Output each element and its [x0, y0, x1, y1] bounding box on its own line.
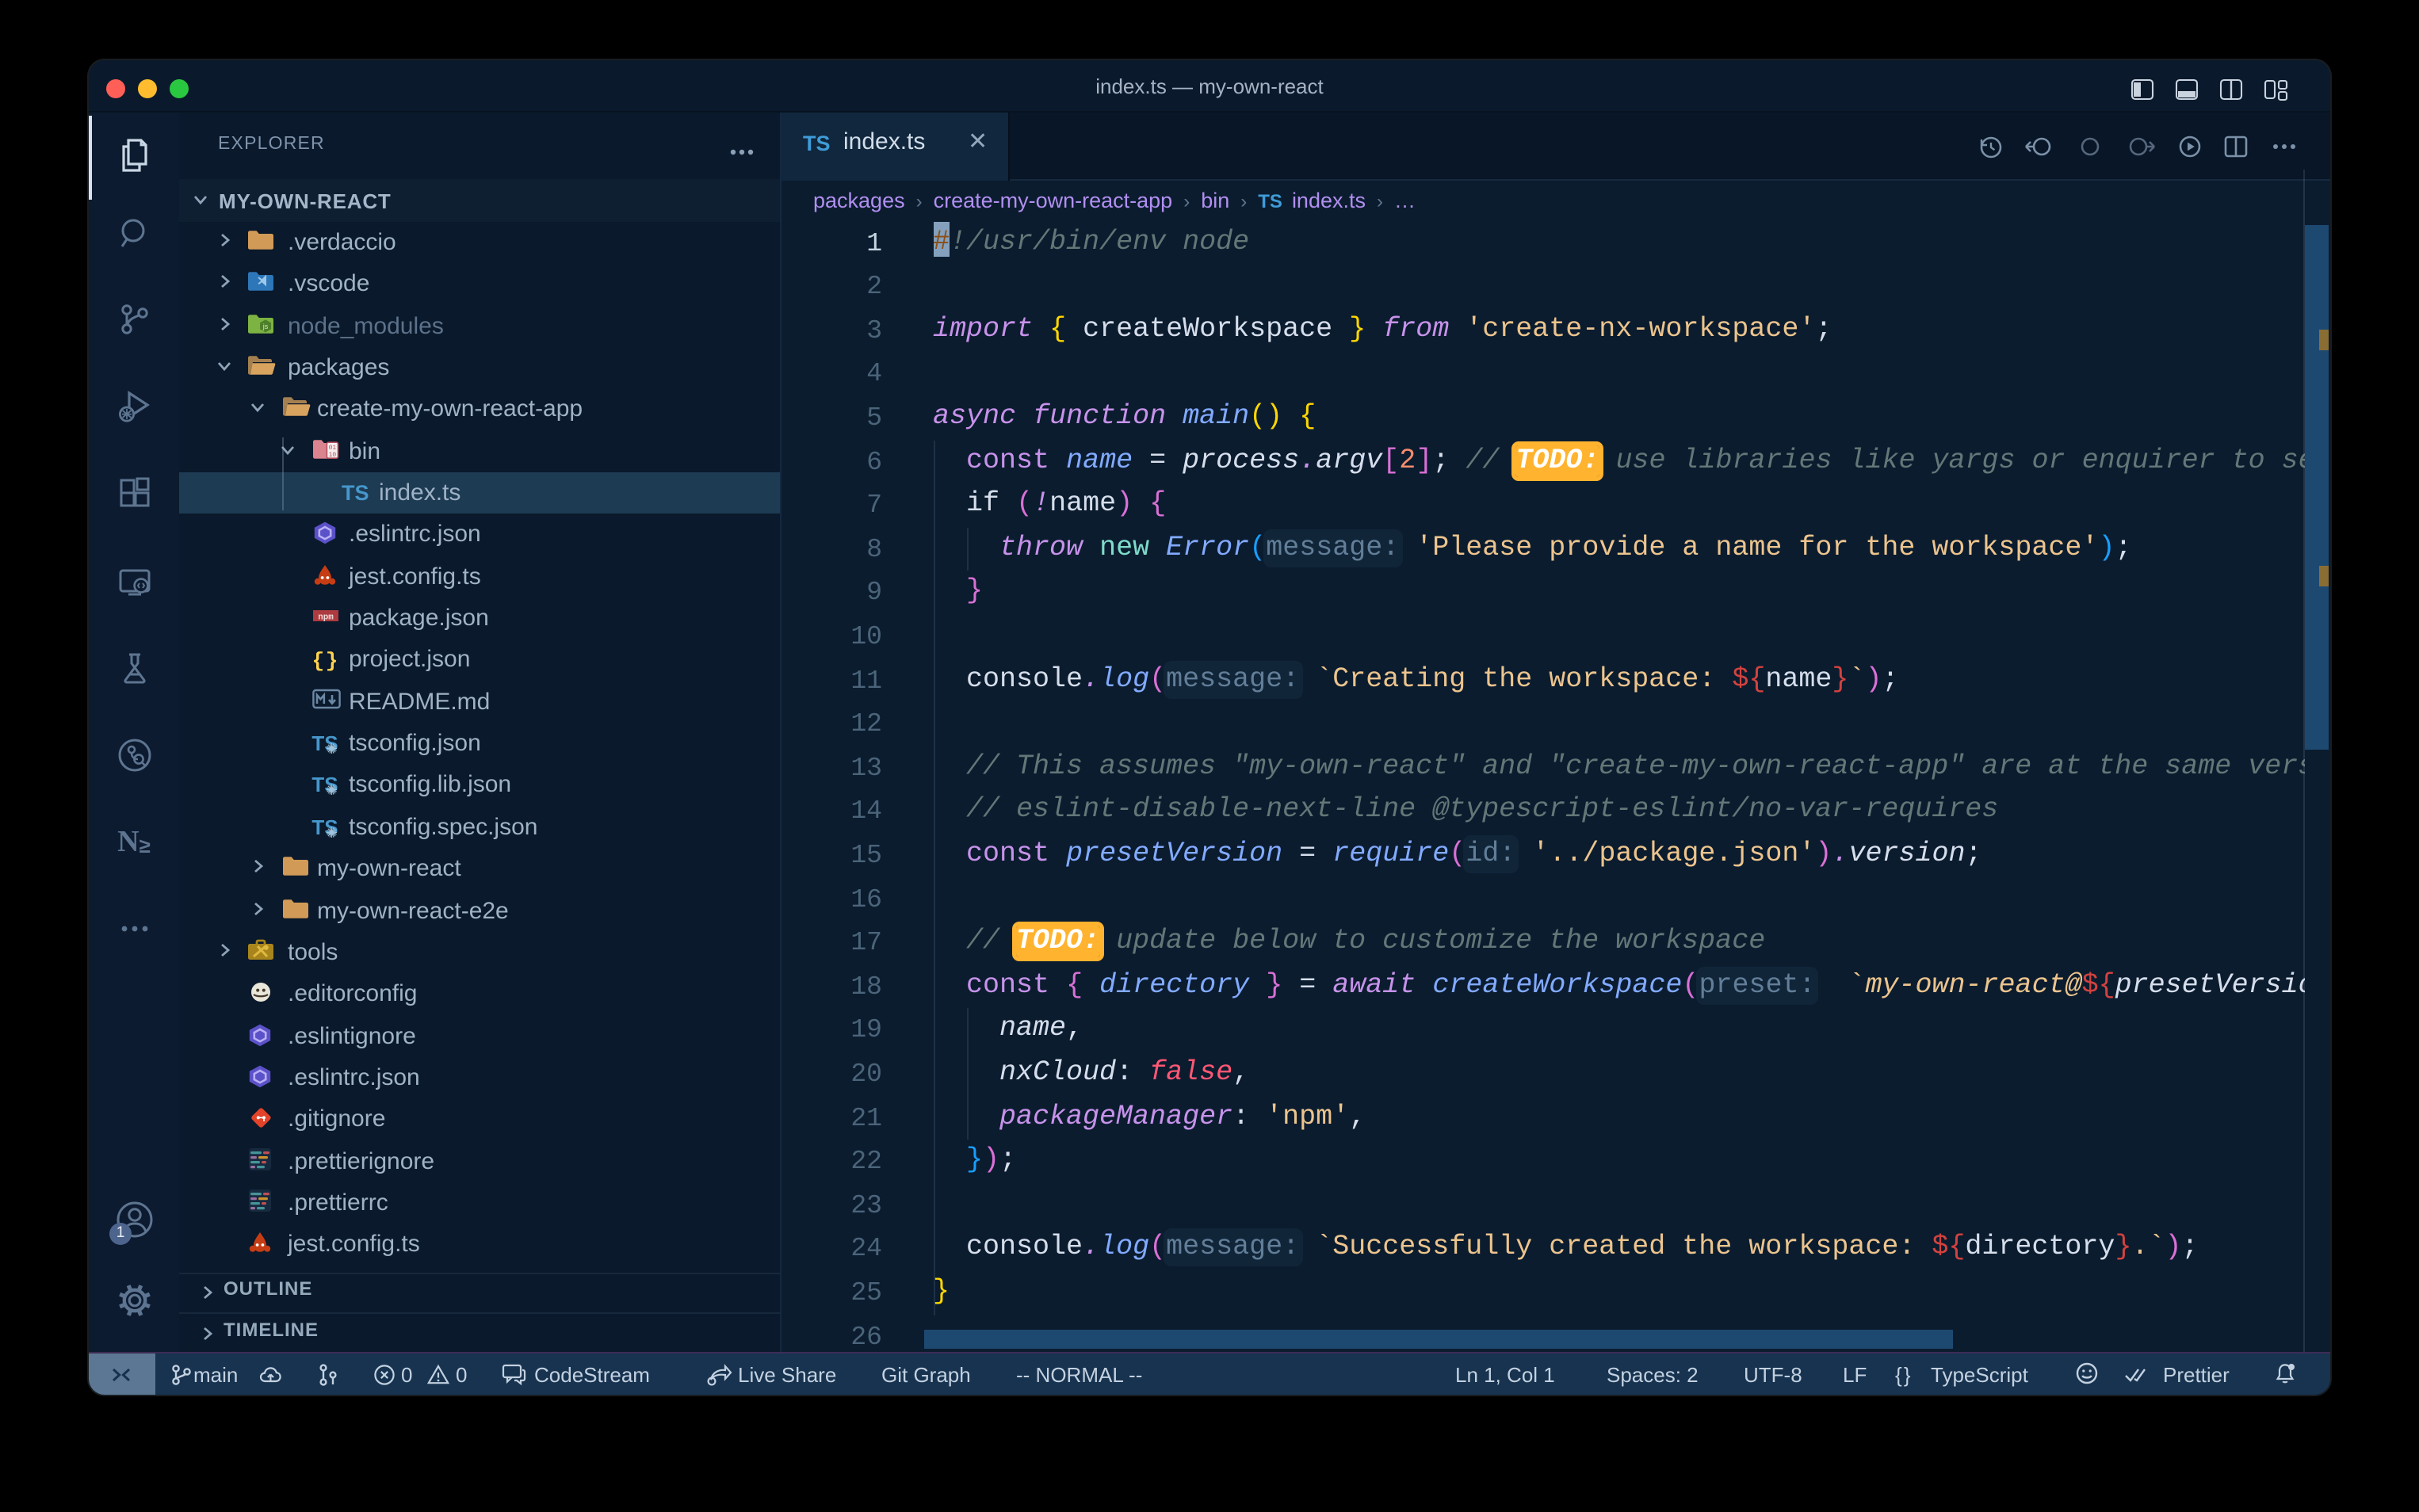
svg-text:npm: npm: [317, 613, 333, 623]
svg-text:js: js: [262, 322, 268, 330]
svg-text:10: 10: [328, 451, 336, 458]
svg-text:01: 01: [328, 444, 336, 451]
